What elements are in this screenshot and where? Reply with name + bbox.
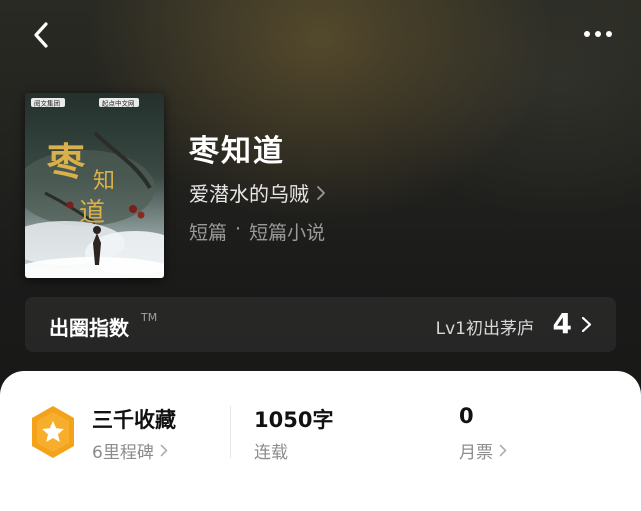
cover-title-char-1: 枣: [46, 139, 86, 184]
serial-status-label: 连载: [254, 438, 288, 463]
word-count-value: 1050字: [254, 408, 334, 432]
genre-subcategory: 短篇小说: [249, 222, 326, 244]
book-cover[interactable]: 枣 知 道 阅文集团 起点中文网: [25, 93, 164, 278]
star-hexagon-badge-icon: [32, 406, 74, 458]
chevron-right-icon: [160, 444, 168, 457]
serial-status-text: 连载: [254, 443, 288, 463]
stats-divider: [230, 406, 231, 458]
monthly-ticket-label: 月票: [459, 443, 493, 463]
chevron-right-icon: [317, 185, 325, 200]
more-dots-icon: [584, 31, 612, 37]
back-button[interactable]: [28, 18, 56, 52]
author-link[interactable]: 爱潜水的乌贼: [189, 178, 327, 207]
milestone-stat-label: 6里程碑: [92, 443, 154, 463]
monthly-ticket-link[interactable]: 月票: [459, 438, 507, 463]
cover-title-char-2: 知: [93, 169, 115, 194]
chevron-left-icon: [34, 22, 48, 48]
more-button[interactable]: [580, 22, 616, 46]
book-title: 枣知道: [189, 134, 285, 169]
monthly-ticket-value: 0: [459, 404, 474, 428]
milestone-stat-value: 三千收藏: [92, 408, 176, 432]
breakout-index-level: Lv1初出茅庐: [435, 319, 534, 339]
cover-title-char-3: 道: [79, 198, 105, 228]
genre-category: 短篇: [189, 222, 228, 244]
breakout-index-title: 出圈指数: [49, 316, 129, 340]
chevron-right-icon: [581, 316, 592, 333]
genre-separator: ·: [235, 218, 242, 240]
milestone-link[interactable]: 6里程碑: [92, 438, 168, 463]
author-name: 爱潜水的乌贼: [189, 182, 309, 206]
breakout-index-value: 4: [552, 307, 572, 340]
imprint-logo: 起点中文网: [102, 99, 135, 108]
genre-tags: 短篇 · 短篇小说: [189, 218, 325, 245]
breakout-index-bar[interactable]: 出圈指数 TM Lv1初出茅庐 4: [25, 297, 616, 352]
trademark-mark: TM: [141, 311, 158, 324]
publisher-logo: 阅文集团: [34, 99, 60, 108]
book-cover-art: 枣 知 道 阅文集团 起点中文网: [25, 93, 164, 278]
chevron-right-icon: [499, 444, 507, 457]
